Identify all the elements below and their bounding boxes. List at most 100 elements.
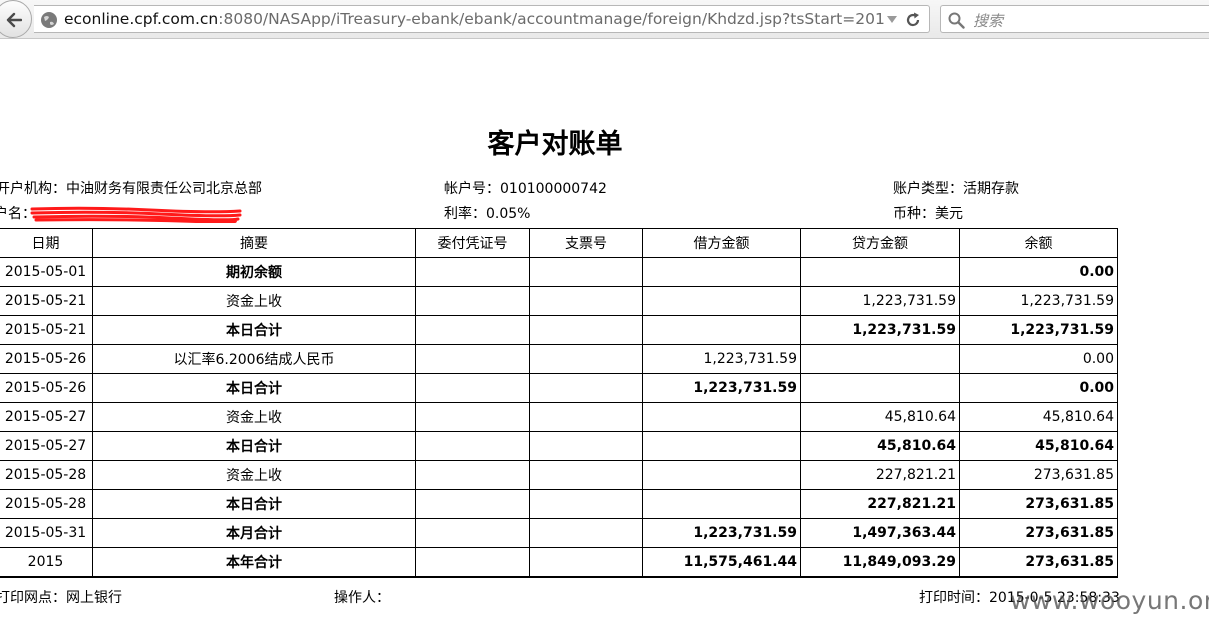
cell-voucher bbox=[415, 257, 530, 287]
cell-credit bbox=[800, 344, 960, 374]
statement-table: 日期 摘要 委付凭证号 支票号 借方金额 贷方金额 余额 2015-05-01 期… bbox=[0, 228, 1118, 578]
cell-summary: 本日合计 bbox=[92, 489, 416, 519]
table-row: 2015-05-21 资金上收 1,223,731.59 1,223,731.59 bbox=[0, 286, 1118, 316]
globe-icon bbox=[41, 12, 57, 28]
cell-date: 2015-05-01 bbox=[0, 257, 93, 287]
cell-date: 2015-05-21 bbox=[0, 315, 93, 345]
institution-info: 开户机构：中油财务有限责任公司北京总部 bbox=[0, 181, 262, 197]
cell-summary: 资金上收 bbox=[92, 460, 416, 490]
column-header: 余额 bbox=[959, 228, 1118, 258]
cell-credit: 1,223,731.59 bbox=[800, 315, 960, 345]
column-header: 摘要 bbox=[92, 228, 416, 258]
table-row: 2015-05-31 本月合计 1,223,731.59 1,497,363.44 27… bbox=[0, 518, 1118, 548]
cell-summary: 本日合计 bbox=[92, 373, 416, 403]
account-type: 账户类型：活期存款 bbox=[893, 181, 1019, 197]
cell-cheque bbox=[529, 547, 643, 578]
search-icon bbox=[948, 12, 965, 29]
cell-voucher bbox=[415, 344, 530, 374]
table-row: 2015-05-28 资金上收 227,821.21 273,631.85 bbox=[0, 460, 1118, 490]
cell-debit: 11,575,461.44 bbox=[642, 547, 801, 578]
table-header-row: 日期 摘要 委付凭证号 支票号 借方金额 贷方金额 余额 bbox=[0, 228, 1118, 258]
cell-balance: 273,631.85 bbox=[959, 460, 1118, 490]
table-row: 2015-05-27 资金上收 45,810.64 45,810.64 bbox=[0, 402, 1118, 432]
cell-credit: 45,810.64 bbox=[800, 431, 960, 461]
cell-credit bbox=[800, 257, 960, 287]
cell-cheque bbox=[529, 257, 643, 287]
cell-cheque bbox=[529, 431, 643, 461]
cell-balance: 45,810.64 bbox=[959, 402, 1118, 432]
cell-date: 2015-05-26 bbox=[0, 344, 93, 374]
cell-cheque bbox=[529, 402, 643, 432]
url-host: econline.cpf.com.cn bbox=[64, 10, 219, 28]
cell-balance: 45,810.64 bbox=[959, 431, 1118, 461]
cell-summary: 本月合计 bbox=[92, 518, 416, 548]
cell-balance: 1,223,731.59 bbox=[959, 315, 1118, 345]
currency: 币种：美元 bbox=[893, 206, 963, 222]
cell-balance: 273,631.85 bbox=[959, 489, 1118, 519]
cell-summary: 本日合计 bbox=[92, 431, 416, 461]
cell-date: 2015-05-28 bbox=[0, 460, 93, 490]
browser-toolbar: econline.cpf.com.cn:8080/NASApp/iTreasur… bbox=[0, 0, 1209, 39]
cell-voucher bbox=[415, 518, 530, 548]
cell-credit: 1,497,363.44 bbox=[800, 518, 960, 548]
cell-credit: 227,821.21 bbox=[800, 460, 960, 490]
cell-debit bbox=[642, 460, 801, 490]
search-bar[interactable]: 搜索 bbox=[940, 5, 1209, 33]
column-header: 日期 bbox=[0, 228, 93, 258]
cell-balance: 1,223,731.59 bbox=[959, 286, 1118, 316]
cell-cheque bbox=[529, 315, 643, 345]
back-button[interactable] bbox=[0, 0, 32, 38]
interest-rate: 利率：0.05% bbox=[444, 206, 531, 222]
cell-voucher bbox=[415, 402, 530, 432]
cell-credit: 1,223,731.59 bbox=[800, 286, 960, 316]
cell-voucher bbox=[415, 489, 530, 519]
account-number: 帐户号：010100000742 bbox=[444, 181, 607, 197]
cell-debit: 1,223,731.59 bbox=[642, 518, 801, 548]
dropdown-arrow-icon[interactable] bbox=[886, 15, 898, 24]
cell-date: 2015-05-31 bbox=[0, 518, 93, 548]
cell-date: 2015-05-28 bbox=[0, 489, 93, 519]
cell-date: 2015-05-27 bbox=[0, 431, 93, 461]
url-text[interactable]: econline.cpf.com.cn:8080/NASApp/iTreasur… bbox=[64, 10, 884, 29]
cell-summary: 资金上收 bbox=[92, 286, 416, 316]
cell-date: 2015-05-26 bbox=[0, 373, 93, 403]
cell-debit bbox=[642, 286, 801, 316]
cell-voucher bbox=[415, 286, 530, 316]
table-row: 2015-05-28 本日合计 227,821.21 273,631.85 bbox=[0, 489, 1118, 519]
cell-debit: 1,223,731.59 bbox=[642, 344, 801, 374]
table-row: 2015-05-01 期初余额 0.00 bbox=[0, 257, 1118, 287]
cell-balance: 0.00 bbox=[959, 344, 1118, 374]
cell-credit: 11,849,093.29 bbox=[800, 547, 960, 578]
table-row: 2015-05-26 本日合计 1,223,731.59 0.00 bbox=[0, 373, 1118, 403]
back-arrow-icon bbox=[6, 12, 22, 28]
cell-cheque bbox=[529, 460, 643, 490]
cell-voucher bbox=[415, 315, 530, 345]
search-placeholder: 搜索 bbox=[973, 12, 1004, 30]
cell-summary: 期初余额 bbox=[92, 257, 416, 287]
cell-cheque bbox=[529, 518, 643, 548]
cell-cheque bbox=[529, 286, 643, 316]
cell-summary: 以汇率6.2006结成人民币 bbox=[92, 344, 416, 374]
url-bar[interactable]: econline.cpf.com.cn:8080/NASApp/iTreasur… bbox=[34, 5, 930, 33]
cell-cheque bbox=[529, 489, 643, 519]
operator: 操作人： bbox=[334, 590, 390, 606]
cell-voucher bbox=[415, 431, 530, 461]
cell-debit: 1,223,731.59 bbox=[642, 373, 801, 403]
cell-cheque bbox=[529, 373, 643, 403]
cell-balance: 0.00 bbox=[959, 373, 1118, 403]
cell-credit: 227,821.21 bbox=[800, 489, 960, 519]
reload-icon[interactable] bbox=[904, 11, 922, 29]
cell-summary: 本日合计 bbox=[92, 315, 416, 345]
statement-title: 客户对账单 bbox=[487, 129, 623, 160]
column-header: 支票号 bbox=[529, 228, 643, 258]
cell-debit bbox=[642, 315, 801, 345]
watermark: www.wooyun.org bbox=[1010, 586, 1209, 615]
cell-date: 2015-05-21 bbox=[0, 286, 93, 316]
cell-voucher bbox=[415, 547, 530, 578]
column-header: 贷方金额 bbox=[800, 228, 960, 258]
cell-debit bbox=[642, 257, 801, 287]
cell-balance: 0.00 bbox=[959, 257, 1118, 287]
cell-debit bbox=[642, 489, 801, 519]
cell-cheque bbox=[529, 344, 643, 374]
cell-date: 2015 bbox=[0, 547, 93, 578]
